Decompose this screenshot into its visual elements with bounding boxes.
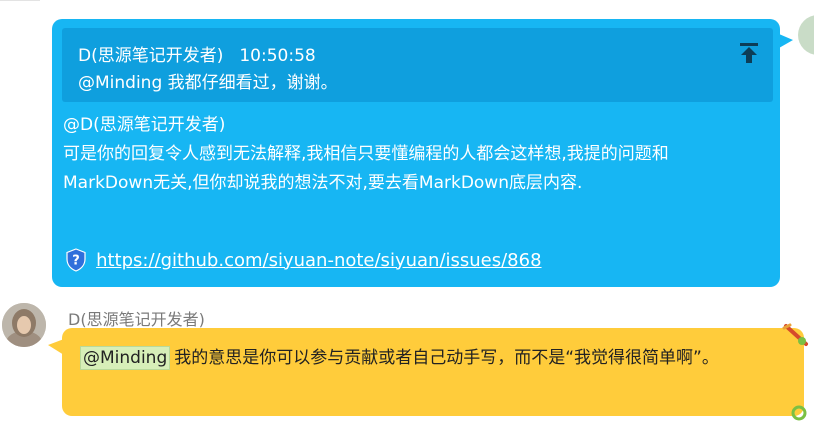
outgoing-message-bubble[interactable]: D(思源笔记开发者) 10:50:58 @Minding 我都仔细看过，谢谢。 @… bbox=[52, 19, 780, 287]
message-line: @D(思源笔记开发者) bbox=[63, 115, 226, 135]
bubble-decoration-icon bbox=[782, 323, 808, 346]
shield-question-icon: ? bbox=[66, 248, 86, 272]
message-line: MarkDown无关,但你却说我的想法不对,要去看MarkDown底层内容. bbox=[63, 173, 583, 193]
incoming-text: 我的意思是你可以参与贡献或者自己动手写，而不是“我觉得很简单啊”。 bbox=[174, 348, 719, 368]
svg-text:?: ? bbox=[72, 254, 80, 269]
message-text: @D(思源笔记开发者) 可是你的回复令人感到无法解释,我相信只要懂编程的人都会这… bbox=[63, 111, 775, 227]
issue-link[interactable]: https://github.com/siyuan-note/siyuan/is… bbox=[96, 250, 541, 271]
sender-name: D(思源笔记开发者) bbox=[68, 310, 205, 329]
sender-avatar[interactable] bbox=[2, 303, 46, 347]
avatar-image bbox=[2, 303, 46, 347]
self-avatar[interactable] bbox=[798, 15, 814, 55]
mention-tag[interactable]: @Minding bbox=[80, 346, 171, 370]
quote-time: 10:50:58 bbox=[239, 46, 316, 66]
quote-text: @Minding 我都仔细看过，谢谢。 bbox=[78, 73, 338, 93]
top-divider bbox=[0, 0, 40, 1]
incoming-message-text: @Minding 我的意思是你可以参与贡献或者自己动手写，而不是“我觉得很简单啊”… bbox=[80, 342, 785, 374]
quoted-message[interactable]: D(思源笔记开发者) 10:50:58 @Minding 我都仔细看过，谢谢。 bbox=[62, 28, 773, 102]
incoming-message-bubble[interactable]: @Minding 我的意思是你可以参与贡献或者自己动手写，而不是“我觉得很简单啊”… bbox=[62, 328, 804, 416]
pin-top-icon[interactable] bbox=[739, 42, 759, 64]
outgoing-bubble-tail bbox=[779, 34, 793, 48]
link-row[interactable]: ? https://github.com/siyuan-note/siyuan/… bbox=[65, 248, 542, 274]
message-line: 可是你的回复令人感到无法解释,我相信只要懂编程的人都会这样想,我提的问题和 bbox=[63, 144, 669, 164]
quote-header: D(思源笔记开发者) 10:50:58 bbox=[78, 45, 316, 67]
quote-sender: D(思源笔记开发者) bbox=[78, 46, 224, 66]
bubble-corner-decoration-icon bbox=[791, 405, 807, 421]
